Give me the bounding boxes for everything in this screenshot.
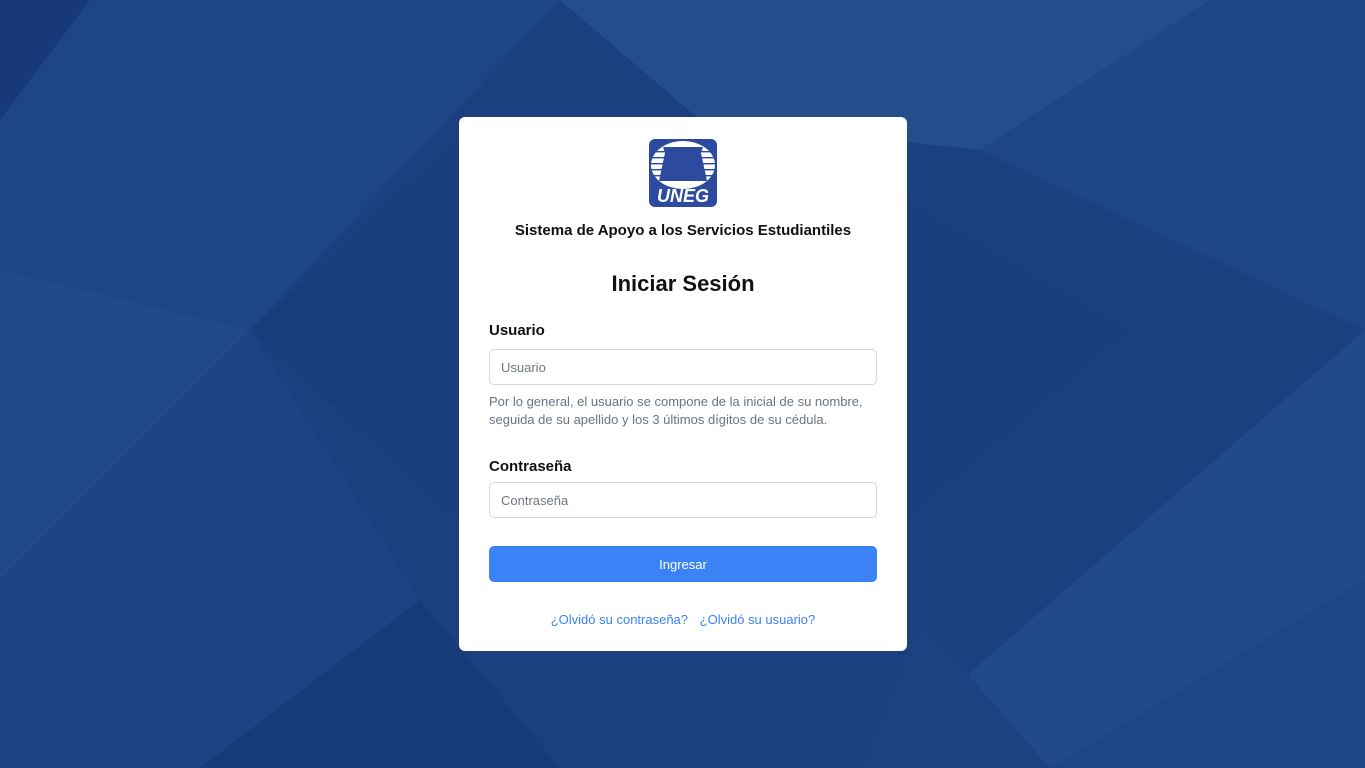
system-name: Sistema de Apoyo a los Servicios Estudia… xyxy=(514,222,852,239)
username-input[interactable] xyxy=(489,349,877,385)
logo-text: UNEG xyxy=(657,186,709,206)
password-label: Contraseña xyxy=(489,458,572,475)
uneg-logo: UNEG xyxy=(649,139,717,207)
username-help-text: Por lo general, el usuario se compone de… xyxy=(489,394,863,427)
password-input[interactable] xyxy=(489,482,877,518)
page-title: Iniciar Sesión xyxy=(611,271,755,296)
forgot-username-link[interactable]: ¿Olvidó su usuario? xyxy=(700,612,816,627)
login-button[interactable]: Ingresar xyxy=(489,546,877,582)
recovery-links: ¿Olvidó su contraseña? ¿Olvidó su usuari… xyxy=(459,612,907,627)
forgot-password-link[interactable]: ¿Olvidó su contraseña? xyxy=(551,612,688,627)
username-label: Usuario xyxy=(489,322,545,339)
login-card: UNEG Sistema de Apoyo a los Servicios Es… xyxy=(459,117,907,651)
